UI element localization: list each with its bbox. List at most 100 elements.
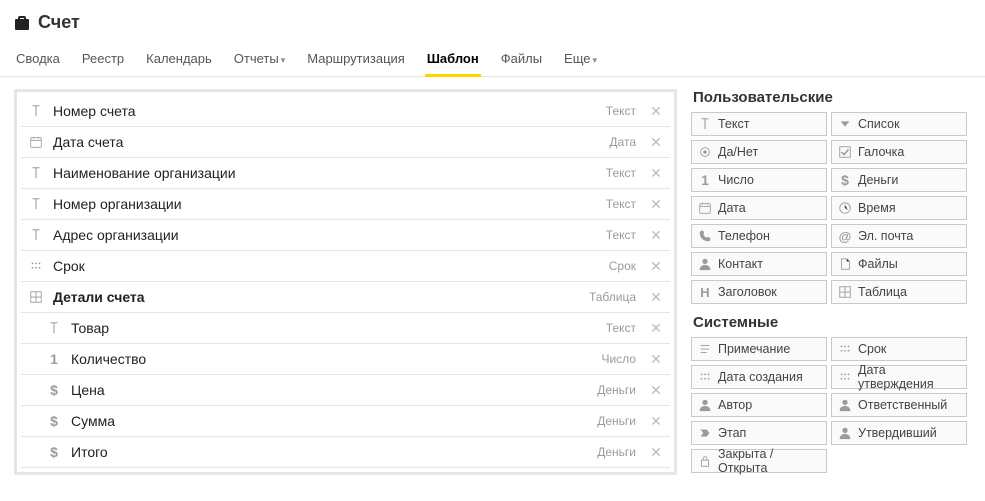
chip-label: Файлы	[858, 257, 898, 271]
tab-label: Маршрутизация	[307, 51, 405, 66]
field-label: Сумма	[71, 413, 589, 429]
money-icon: $	[45, 381, 63, 399]
chip-label: Ответственный	[858, 398, 947, 412]
palette-chip[interactable]: Текст	[691, 112, 827, 136]
palette-chip[interactable]: Автор	[691, 393, 827, 417]
tab-3[interactable]: Отчеты▾	[232, 45, 287, 76]
palette-chip[interactable]: Время	[831, 196, 967, 220]
dropdown-icon	[838, 117, 852, 131]
field-row[interactable]: Наименование организацииТекст✕	[21, 158, 670, 189]
money-icon: $	[45, 443, 63, 461]
palette-chip[interactable]: @ Эл. почта	[831, 224, 967, 248]
remove-field-button[interactable]: ✕	[648, 165, 664, 182]
chip-label: Время	[858, 201, 896, 215]
chevron-down-icon: ▾	[281, 55, 286, 65]
field-row[interactable]: Дата счетаДата✕	[21, 127, 670, 158]
tab-4[interactable]: Маршрутизация	[305, 45, 407, 76]
palette-chip[interactable]: HЗаголовок	[691, 280, 827, 304]
field-type: Число	[601, 352, 636, 366]
field-palette: Пользовательские ТекстСписокДа/Нет Галочка…	[691, 89, 971, 475]
calendar-icon	[698, 201, 712, 215]
field-label: Номер счета	[53, 103, 598, 119]
chip-label: Примечание	[718, 342, 790, 356]
palette-chip[interactable]: Таблица	[831, 280, 967, 304]
palette-chip[interactable]: $Деньги	[831, 168, 967, 192]
chip-label: Таблица	[858, 285, 907, 299]
remove-field-button[interactable]: ✕	[648, 258, 664, 275]
chip-label: Заголовок	[718, 285, 777, 299]
palette-chip[interactable]: Галочка	[831, 140, 967, 164]
palette-chip[interactable]: 1Число	[691, 168, 827, 192]
text-icon	[27, 102, 45, 120]
palette-chip[interactable]: Дата	[691, 196, 827, 220]
person-icon	[838, 398, 852, 412]
note-icon	[698, 342, 712, 356]
field-row[interactable]: Номер организацииТекст✕	[21, 189, 670, 220]
palette-chip[interactable]: Ответственный	[831, 393, 967, 417]
palette-chip[interactable]: Телефон	[691, 224, 827, 248]
remove-field-button[interactable]: ✕	[648, 444, 664, 461]
at-icon: @	[838, 229, 852, 243]
text-icon	[27, 226, 45, 244]
money-icon: $	[45, 412, 63, 430]
remove-field-button[interactable]: ✕	[648, 289, 664, 306]
field-row[interactable]: 1КоличествоЧисло✕	[21, 344, 670, 375]
field-label: Детали счета	[53, 289, 581, 305]
palette-chip[interactable]: Дата утверждения	[831, 365, 967, 389]
remove-field-button[interactable]: ✕	[648, 413, 664, 430]
deadline-icon	[838, 342, 852, 356]
field-type: Деньги	[597, 383, 636, 397]
field-label: Дата счета	[53, 134, 601, 150]
palette-chip[interactable]: Закрыта / Открыта	[691, 449, 827, 473]
field-type: Срок	[609, 259, 636, 273]
bag-icon	[14, 15, 30, 31]
chip-label: Утвердивший	[858, 426, 937, 440]
palette-chip[interactable]: Да/Нет	[691, 140, 827, 164]
number-icon: 1	[45, 350, 63, 368]
field-row[interactable]: $СуммаДеньги✕	[21, 406, 670, 437]
chip-label: Галочка	[858, 145, 904, 159]
remove-field-button[interactable]: ✕	[648, 351, 664, 368]
field-row[interactable]: ТоварТекст✕	[21, 313, 670, 344]
tab-1[interactable]: Реестр	[80, 45, 126, 76]
chip-label: Дата создания	[718, 370, 803, 384]
tab-5[interactable]: Шаблон	[425, 45, 481, 76]
tab-label: Отчеты	[234, 51, 279, 66]
text-icon	[27, 164, 45, 182]
field-row[interactable]: Детали счетаТаблица✕	[21, 282, 670, 313]
palette-chip[interactable]: Дата создания	[691, 365, 827, 389]
tab-2[interactable]: Календарь	[144, 45, 214, 76]
palette-group-title: Пользовательские	[693, 89, 971, 106]
field-row[interactable]: $ИтогоДеньги✕	[21, 437, 670, 468]
palette-chip[interactable]: Примечание	[691, 337, 827, 361]
remove-field-button[interactable]: ✕	[648, 382, 664, 399]
palette-chip[interactable]: Контакт	[691, 252, 827, 276]
palette-chip[interactable]: Срок	[831, 337, 967, 361]
person-icon	[698, 257, 712, 271]
remove-field-button[interactable]: ✕	[648, 227, 664, 244]
tab-0[interactable]: Сводка	[14, 45, 62, 76]
remove-field-button[interactable]: ✕	[648, 196, 664, 213]
palette-chip[interactable]: Утвердивший	[831, 421, 967, 445]
palette-chip[interactable]: Файлы	[831, 252, 967, 276]
palette-chip[interactable]: Этап	[691, 421, 827, 445]
tab-label: Реестр	[82, 51, 124, 66]
remove-field-button[interactable]: ✕	[648, 320, 664, 337]
chip-label: Телефон	[718, 229, 770, 243]
field-row[interactable]: Номер счетаТекст✕	[21, 96, 670, 127]
tab-label: Сводка	[16, 51, 60, 66]
field-row[interactable]: СрокСрок✕	[21, 251, 670, 282]
remove-field-button[interactable]: ✕	[648, 103, 664, 120]
person-icon	[838, 426, 852, 440]
field-label: Цена	[71, 382, 589, 398]
field-row[interactable]: $ Цена Деньги ✕	[21, 375, 670, 406]
tab-label: Календарь	[146, 51, 212, 66]
clock-icon	[838, 201, 852, 215]
tab-7[interactable]: Еще▾	[562, 45, 599, 76]
palette-chip[interactable]: Список	[831, 112, 967, 136]
tab-6[interactable]: Файлы	[499, 45, 544, 76]
remove-field-button[interactable]: ✕	[648, 134, 664, 151]
chip-label: Эл. почта	[858, 229, 913, 243]
field-row[interactable]: Адрес организацииТекст✕	[21, 220, 670, 251]
phone-icon	[698, 229, 712, 243]
